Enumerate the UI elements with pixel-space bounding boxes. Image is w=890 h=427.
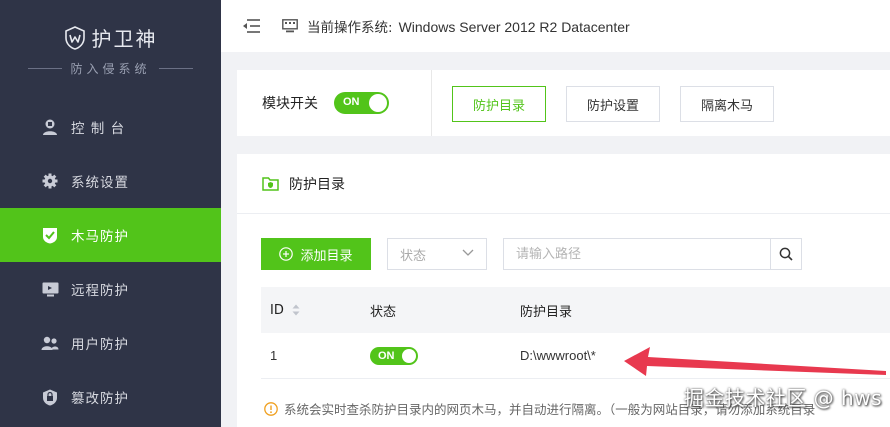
- folder-shield-icon: [262, 177, 279, 191]
- tab-quarantine[interactable]: 隔离木马: [680, 86, 775, 122]
- warning-icon: [264, 401, 278, 416]
- add-directory-label: 添加目录: [300, 248, 353, 264]
- sidebar-item-console[interactable]: 控 制 台: [0, 100, 221, 154]
- row-status-cell: ON: [361, 346, 511, 365]
- divider: [158, 68, 193, 69]
- toolbar: 添加目录 状态: [261, 238, 890, 270]
- switch-text: ON: [378, 349, 395, 362]
- sidebar-item-remote[interactable]: 远程防护: [0, 262, 221, 316]
- column-header-directory: 防护目录: [520, 304, 573, 320]
- computer-icon: [282, 19, 298, 33]
- brand-title: 护卫神: [91, 27, 158, 51]
- row-id: 1: [270, 348, 278, 363]
- search-icon: [779, 247, 793, 261]
- chevron-down-icon: [462, 249, 474, 256]
- sidebar-item-label: 篡改防护: [71, 391, 129, 407]
- sidebar-item-label: 远程防护: [71, 283, 129, 299]
- divider: [28, 68, 63, 69]
- watermark: 掘金技术社区 @ hws: [683, 386, 882, 410]
- search-button[interactable]: [770, 238, 802, 270]
- gear-icon: [41, 172, 59, 190]
- panel-header: 防护目录: [237, 154, 890, 214]
- path-search-input[interactable]: [503, 238, 771, 270]
- sidebar-item-users[interactable]: 用户防护: [0, 316, 221, 370]
- status-select[interactable]: 状态: [387, 238, 487, 270]
- tab-protect-dir[interactable]: 防护目录: [452, 86, 547, 122]
- sort-icon[interactable]: [292, 304, 300, 316]
- brand-sub-row: 防入侵系统: [28, 60, 193, 77]
- brand-row: 护卫神: [64, 23, 158, 52]
- brand-subtitle: 防入侵系统: [70, 62, 151, 76]
- monitor-icon: [41, 280, 59, 298]
- sidebar-item-label: 用户防护: [71, 337, 129, 353]
- brand: 护卫神 防入侵系统: [0, 0, 221, 100]
- sidebar-item-tamper[interactable]: 篡改防护: [0, 370, 221, 424]
- switch-text: ON: [343, 96, 360, 108]
- column-header-id-label: ID: [270, 302, 284, 318]
- sidebar-item-label: 控 制 台: [71, 121, 126, 137]
- menu-toggle-icon[interactable]: [242, 18, 262, 34]
- sidebar-item-trojan[interactable]: 木马防护: [0, 208, 221, 262]
- sidebar-item-label: 系统设置: [71, 175, 129, 191]
- os-value: Windows Server 2012 R2 Datacenter: [398, 19, 630, 35]
- shield-logo-icon: [64, 25, 85, 50]
- os-info: 当前操作系统: Windows Server 2012 R2 Datacenter: [307, 16, 630, 36]
- column-header-status: 状态: [370, 304, 397, 320]
- status-select-placeholder: 状态: [400, 248, 427, 264]
- plus-circle-icon: [279, 247, 294, 261]
- row-status-switch[interactable]: ON: [370, 346, 418, 365]
- module-switch[interactable]: ON: [334, 92, 389, 114]
- module-switch-label: 模块开关: [262, 96, 318, 112]
- module-toggle-card: 模块开关 ON 防护目录 防护设置 隔离木马: [237, 70, 890, 136]
- add-directory-button[interactable]: 添加目录: [261, 238, 371, 270]
- lock-icon: [41, 388, 59, 406]
- sidebar-item-label: 木马防护: [71, 229, 129, 245]
- tab-protect-settings[interactable]: 防护设置: [566, 86, 661, 122]
- sidebar-item-settings[interactable]: 系统设置: [0, 154, 221, 208]
- sidebar: 护卫神 防入侵系统 控 制 台 系统设置 木马防护 远程防护 用户防护 篡改防护: [0, 0, 221, 427]
- switch-knob: [369, 94, 387, 112]
- table-header: ID 状态 防护目录: [261, 287, 890, 333]
- topbar: 当前操作系统: Windows Server 2012 R2 Datacenter: [221, 0, 890, 52]
- user-shield-icon: [41, 118, 59, 136]
- users-icon: [41, 334, 59, 352]
- panel-title: 防护目录: [289, 176, 345, 193]
- column-header-id[interactable]: ID: [261, 303, 361, 318]
- shield-check-icon: [41, 226, 59, 244]
- divider: [431, 70, 432, 136]
- switch-knob: [402, 348, 416, 363]
- os-label: 当前操作系统:: [307, 20, 393, 36]
